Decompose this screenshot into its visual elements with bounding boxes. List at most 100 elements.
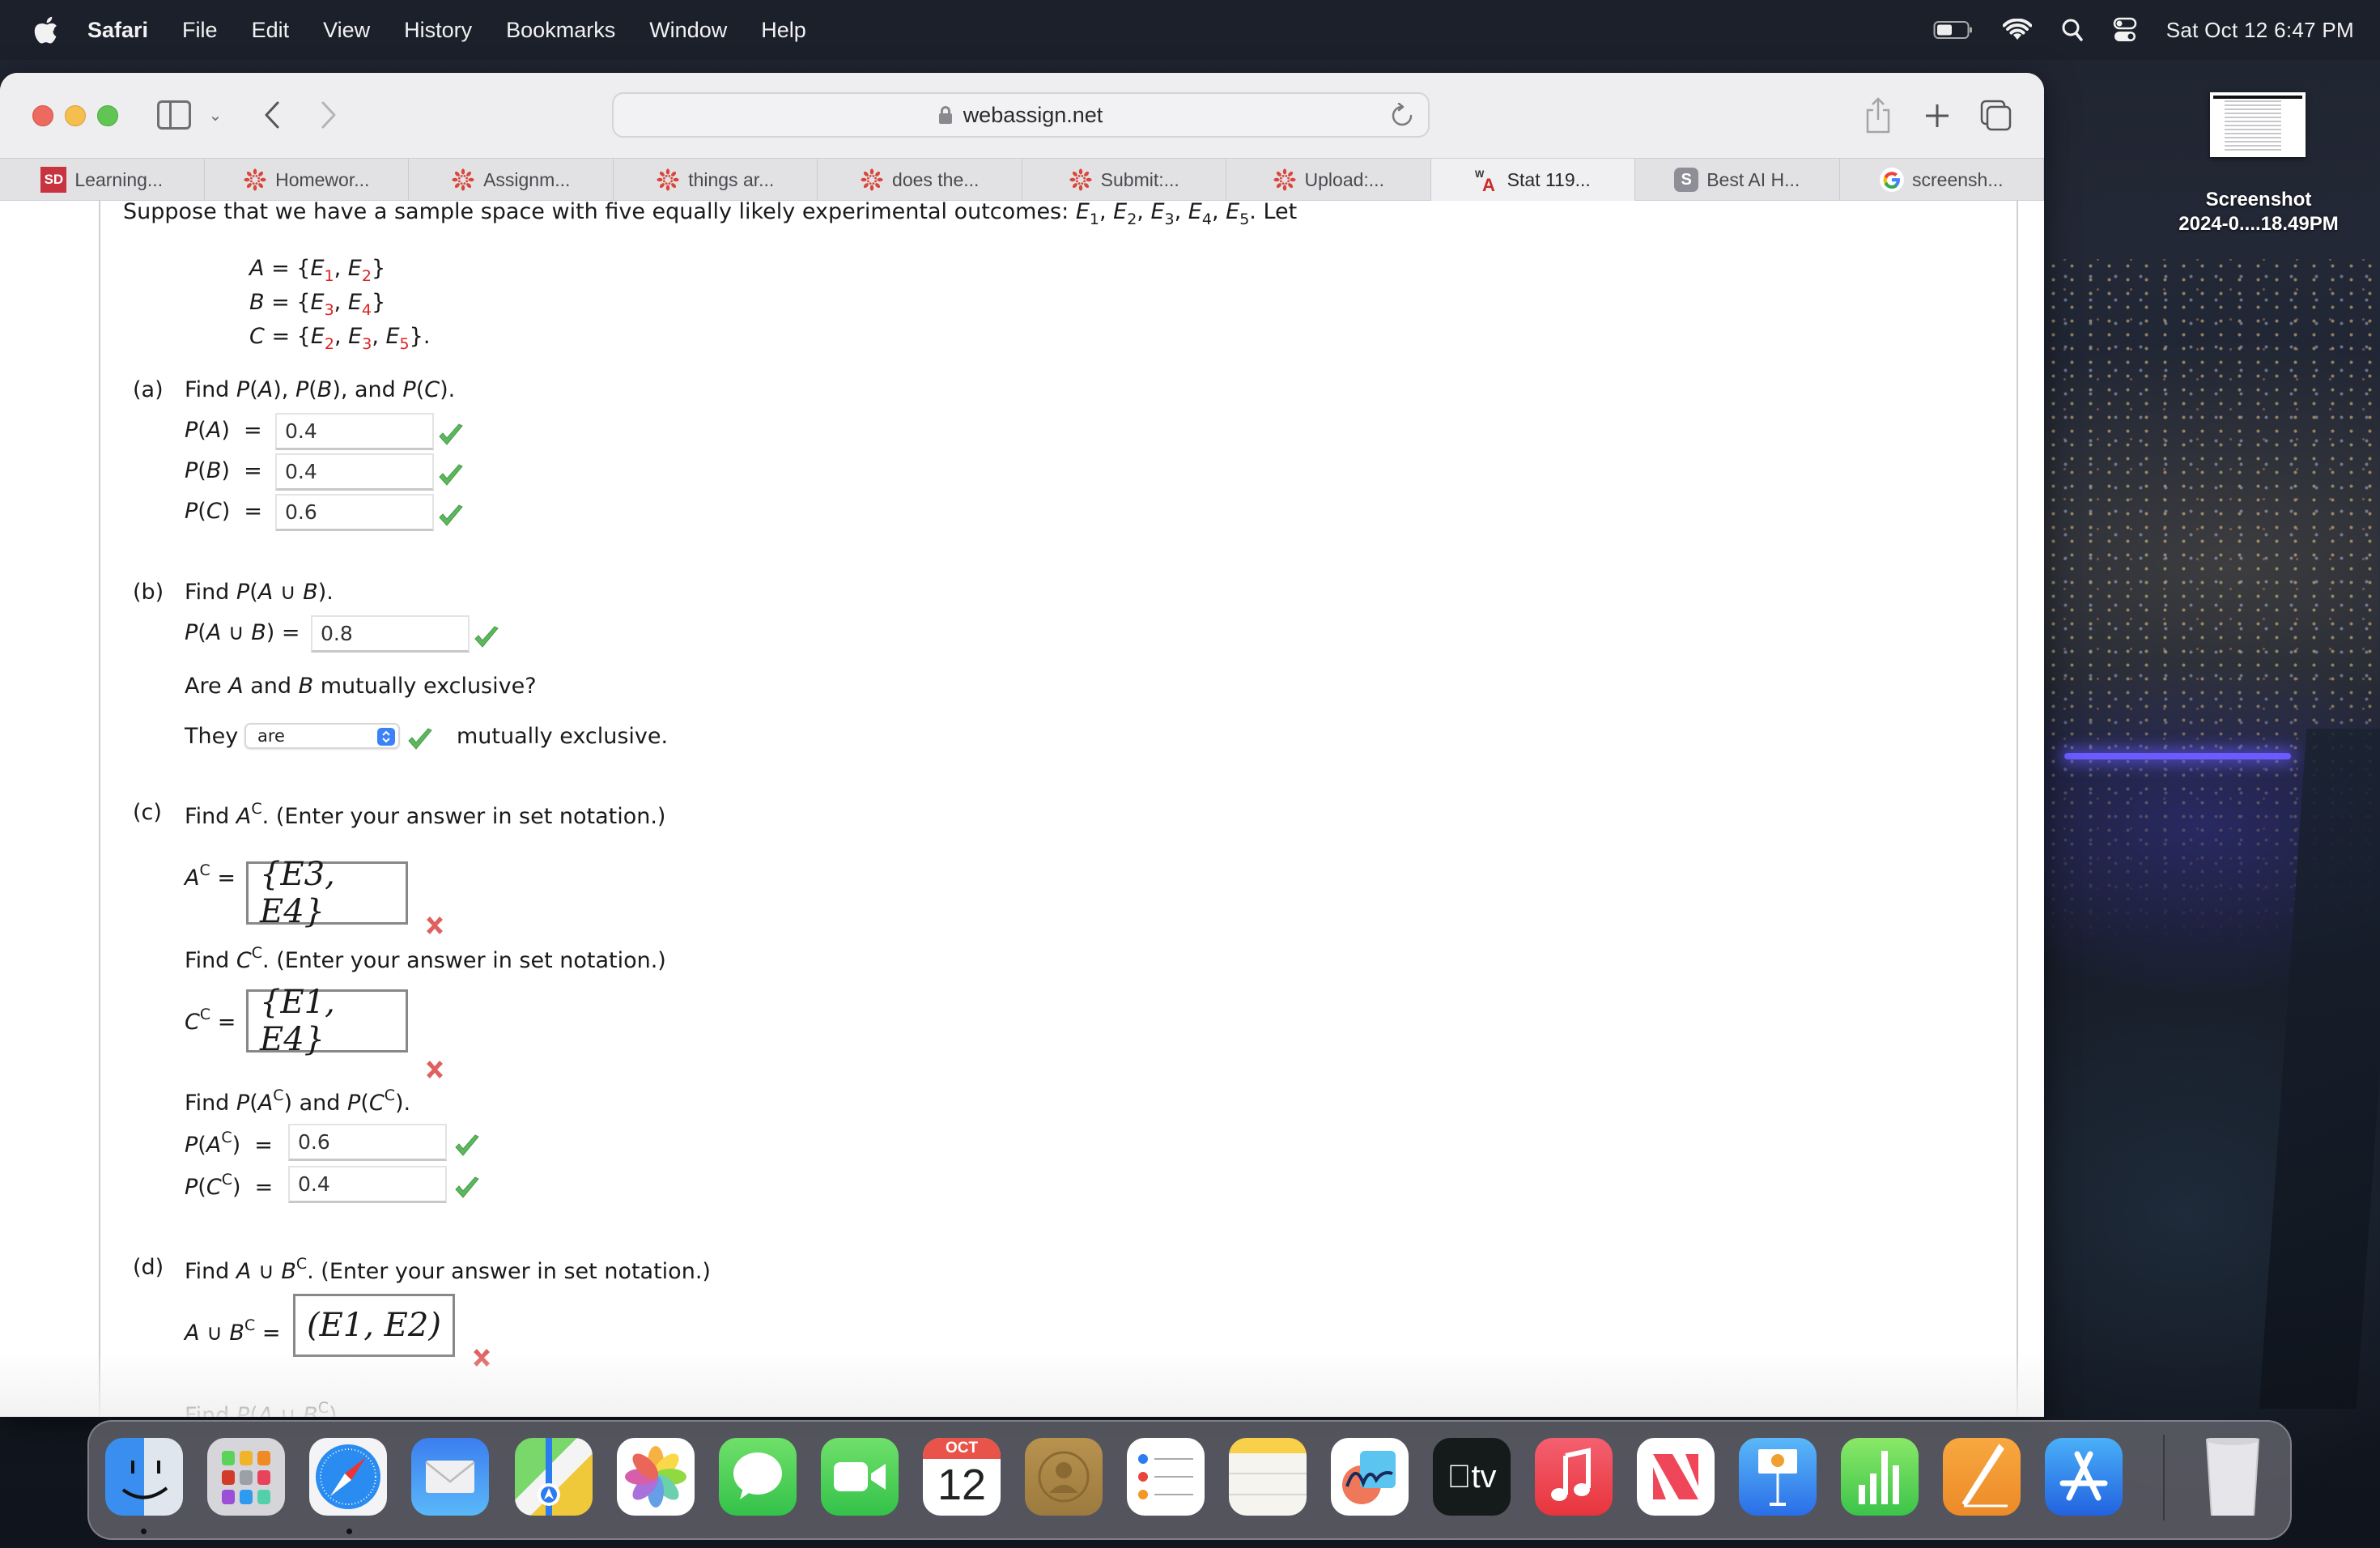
close-window-button[interactable] <box>32 105 53 126</box>
launchpad-icon[interactable] <box>207 1438 285 1516</box>
calendar-icon[interactable]: OCT 12 <box>923 1438 1001 1516</box>
answer-label-ac: AC = <box>185 861 236 891</box>
sidebar-toggle-icon[interactable] <box>157 100 191 130</box>
minimize-window-button[interactable] <box>65 105 86 126</box>
tab-assignments[interactable]: Assignm... <box>409 159 614 201</box>
correct-check-icon <box>408 728 432 750</box>
mutually-exclusive-select[interactable]: are <box>244 723 400 749</box>
file-name-line-2: 2024-0....18.49PM <box>2178 213 2339 235</box>
reload-button[interactable] <box>1388 100 1417 130</box>
tab-homework[interactable]: Homewor... <box>205 159 409 201</box>
facetime-icon[interactable] <box>821 1438 899 1516</box>
menu-view[interactable]: View <box>323 18 370 43</box>
safari-app-icon[interactable] <box>309 1438 387 1516</box>
spotlight-search-icon[interactable] <box>2061 18 2084 42</box>
calendar-month: OCT <box>923 1438 1001 1459</box>
maps-icon[interactable] <box>515 1438 593 1516</box>
menu-bar: Safari File Edit View History Bookmarks … <box>0 0 2380 60</box>
tab-best-ai[interactable]: S Best AI H... <box>1635 159 1840 201</box>
screenshot-file-thumbnail[interactable] <box>2210 92 2306 157</box>
tab-does-the[interactable]: does the... <box>818 159 1022 201</box>
contacts-icon[interactable] <box>1025 1438 1103 1516</box>
tab-bar: SD Learning... Homewor... Assignm... thi… <box>0 158 2044 201</box>
apple-tv-icon[interactable]: tv <box>1433 1438 1511 1516</box>
tab-overview-button[interactable] <box>1980 99 2012 133</box>
back-button[interactable] <box>256 96 288 134</box>
math-value: (E1, E2) <box>307 1307 441 1344</box>
menu-history[interactable]: History <box>404 18 472 43</box>
answer-label-pa: P(A) = <box>185 418 262 443</box>
pb-input[interactable]: 0.4 <box>275 453 434 491</box>
new-tab-button[interactable] <box>1919 96 1956 136</box>
math-value: {E3, E4} <box>260 856 335 930</box>
part-d-prompt: Find A ∪ BC. (Enter your answer in set n… <box>185 1255 711 1284</box>
trash-icon[interactable] <box>2194 1438 2272 1516</box>
share-button[interactable] <box>1862 96 1894 136</box>
forward-button[interactable] <box>312 96 345 134</box>
canvas-favicon-icon <box>243 168 267 192</box>
set-name: C <box>249 324 265 349</box>
complement-sup: C <box>251 944 263 962</box>
part-c-prompt-ac: Find AC. (Enter your answer in set notat… <box>185 800 666 829</box>
freeform-icon[interactable] <box>1331 1438 1409 1516</box>
chevron-down-icon[interactable]: ⌄ <box>206 102 225 128</box>
ac-math-input[interactable]: {E3, E4} <box>246 856 408 930</box>
pa-input[interactable]: 0.4 <box>275 413 434 450</box>
menu-app-safari[interactable]: Safari <box>87 18 148 43</box>
p-ac-input[interactable]: 0.6 <box>288 1124 447 1161</box>
address-text: webassign.net <box>963 102 1103 127</box>
keynote-icon[interactable] <box>1739 1438 1817 1516</box>
menu-file[interactable]: File <box>182 18 218 43</box>
pages-icon[interactable] <box>1943 1438 2021 1516</box>
tab-learning[interactable]: SD Learning... <box>0 159 205 201</box>
set-b-definition: B = {E3, E4} <box>249 290 386 319</box>
music-icon[interactable] <box>1535 1438 1613 1516</box>
menu-help[interactable]: Help <box>761 18 806 43</box>
wifi-icon[interactable] <box>2002 19 2032 41</box>
part-a-prompt: Find P(A), P(B), and P(C). <box>185 377 456 402</box>
file-name-line-1: Screenshot <box>2205 189 2312 211</box>
lock-icon <box>938 106 952 124</box>
answer-label-aubc: A ∪ BC = <box>185 1316 281 1346</box>
finder-icon[interactable] <box>105 1438 183 1516</box>
reload-icon <box>1392 103 1413 126</box>
battery-icon[interactable] <box>1933 19 1974 40</box>
part-b-prompt: Find P(A ∪ B). <box>185 580 334 605</box>
running-indicator <box>346 1529 352 1534</box>
photos-icon[interactable] <box>617 1438 695 1516</box>
cc-math-input[interactable]: {E1, E4} <box>246 984 408 1058</box>
news-icon[interactable] <box>1637 1438 1715 1516</box>
mail-icon[interactable] <box>411 1438 489 1516</box>
menu-window[interactable]: Window <box>649 18 727 43</box>
pc-input[interactable]: 0.6 <box>275 494 434 531</box>
math-value: {E1, E4} <box>260 984 335 1058</box>
apple-menu-icon[interactable] <box>34 16 58 44</box>
complement-sup: C <box>199 861 210 879</box>
subscript: 5 <box>399 335 410 353</box>
control-center-icon[interactable] <box>2113 17 2137 43</box>
tab-label: screensh... <box>1912 168 2004 190</box>
tv-text: tv <box>1459 1458 1496 1495</box>
a-union-bc-math-input[interactable]: (E1, E2) <box>293 1294 455 1357</box>
menu-bookmarks[interactable]: Bookmarks <box>506 18 615 43</box>
correct-check-icon <box>455 1134 479 1156</box>
notes-icon[interactable] <box>1229 1438 1307 1516</box>
fullscreen-window-button[interactable] <box>97 105 118 126</box>
menu-edit[interactable]: Edit <box>252 18 290 43</box>
tab-upload[interactable]: Upload:... <box>1226 159 1431 201</box>
address-bar[interactable]: webassign.net <box>612 92 1430 138</box>
tab-things[interactable]: things ar... <box>614 159 818 201</box>
menu-bar-clock[interactable]: Sat Oct 12 6:47 PM <box>2166 18 2354 43</box>
p-a-union-b-input[interactable]: 0.8 <box>311 615 470 653</box>
messages-icon[interactable] <box>719 1438 797 1516</box>
reminders-icon[interactable] <box>1127 1438 1205 1516</box>
tab-screenshot-search[interactable]: screensh... <box>1840 159 2044 201</box>
p-cc-input[interactable]: 0.4 <box>288 1166 447 1203</box>
part-a-label: (a) <box>133 377 164 402</box>
tab-submit[interactable]: Submit:... <box>1022 159 1226 201</box>
app-store-icon[interactable] <box>2045 1438 2123 1516</box>
numbers-icon[interactable] <box>1841 1438 1919 1516</box>
screenshot-file-label[interactable]: Screenshot 2024-0....18.49PM <box>2137 188 2380 236</box>
plus-icon <box>1926 104 1949 127</box>
tab-stat-119[interactable]: W A Stat 119... <box>1430 159 1635 201</box>
